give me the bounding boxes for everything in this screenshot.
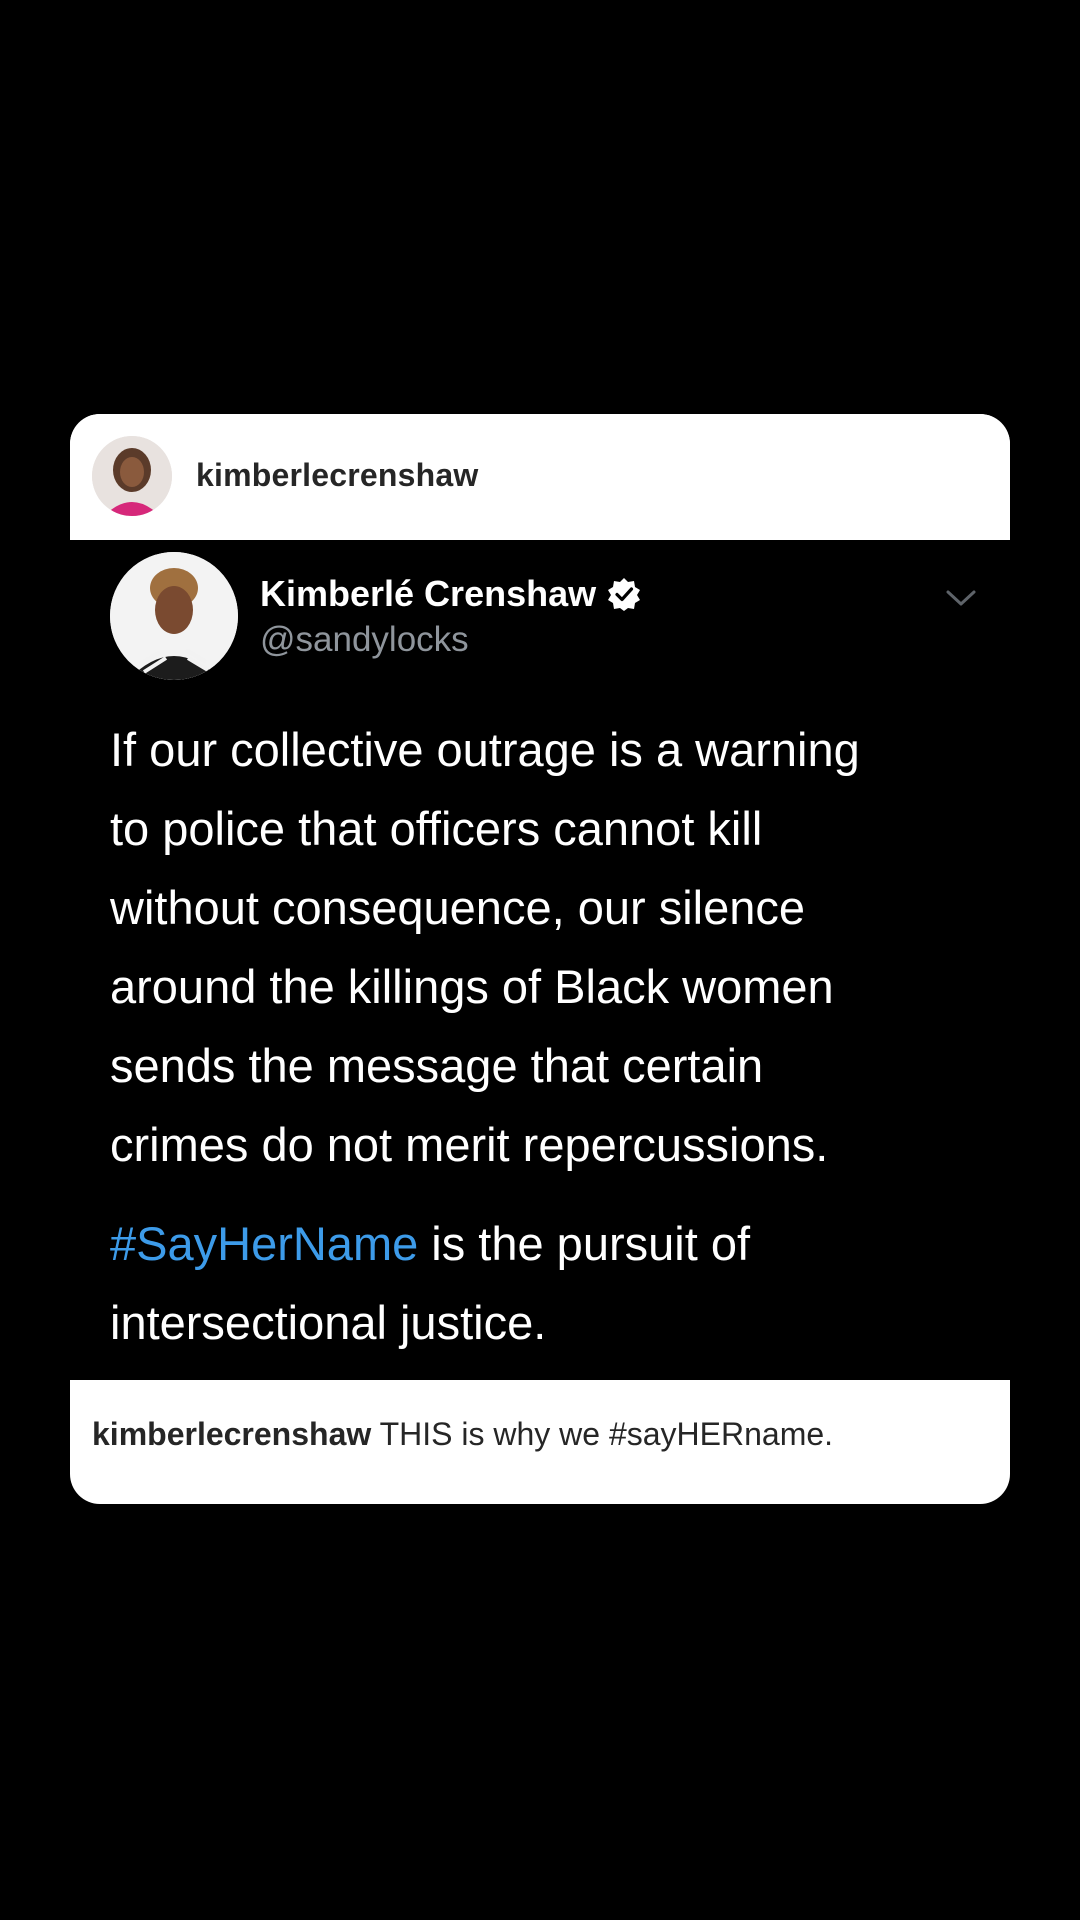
tweet-text: If our collective outrage is a warning t… — [110, 710, 990, 1362]
tweet-paragraph-1: If our collective outrage is a warning t… — [110, 710, 990, 1184]
avatar[interactable] — [92, 436, 172, 516]
tweet-line: intersectional justice. — [110, 1296, 547, 1349]
tweet-line: If our collective outrage is a warning — [110, 723, 860, 776]
post-caption: kimberlecrenshaw THIS is why we #sayHERn… — [92, 1416, 833, 1453]
tweet-paragraph-2: #SayHerName is the pursuit of intersectio… — [110, 1204, 990, 1362]
avatar-photo — [92, 436, 172, 516]
hashtag-link[interactable]: #SayHerName — [110, 1217, 418, 1270]
tweet-handle: @sandylocks — [260, 620, 469, 659]
verified-badge-icon — [608, 578, 641, 611]
tweet-line: to police that officers cannot kill — [110, 802, 763, 855]
post-username[interactable]: kimberlecrenshaw — [196, 457, 478, 494]
tweet-line: without consequence, our silence — [110, 881, 805, 934]
tweet-line: sends the message that certain — [110, 1039, 764, 1092]
tweet-line: crimes do not merit repercussions. — [110, 1118, 829, 1171]
post-header: kimberlecrenshaw — [70, 414, 1010, 540]
caption-text: THIS is why we #sayHERname. — [371, 1416, 834, 1452]
tweet-line: around the killings of Black women — [110, 960, 834, 1013]
display-name-row: Kimberlé Crenshaw — [260, 572, 642, 616]
tweet-screenshot: Kimberlé Crenshaw @sandylocks If our col… — [70, 540, 1010, 1380]
tweet-line: is the pursuit of — [418, 1217, 751, 1270]
tweet-avatar-photo — [110, 552, 238, 680]
caption-username[interactable]: kimberlecrenshaw — [92, 1416, 371, 1452]
display-name: Kimberlé Crenshaw — [260, 573, 597, 614]
tweet-avatar — [110, 552, 238, 680]
chevron-down-icon[interactable] — [944, 586, 978, 610]
post-card: kimberlecrenshaw Kimberlé Crenshaw @sand… — [70, 414, 1010, 1504]
